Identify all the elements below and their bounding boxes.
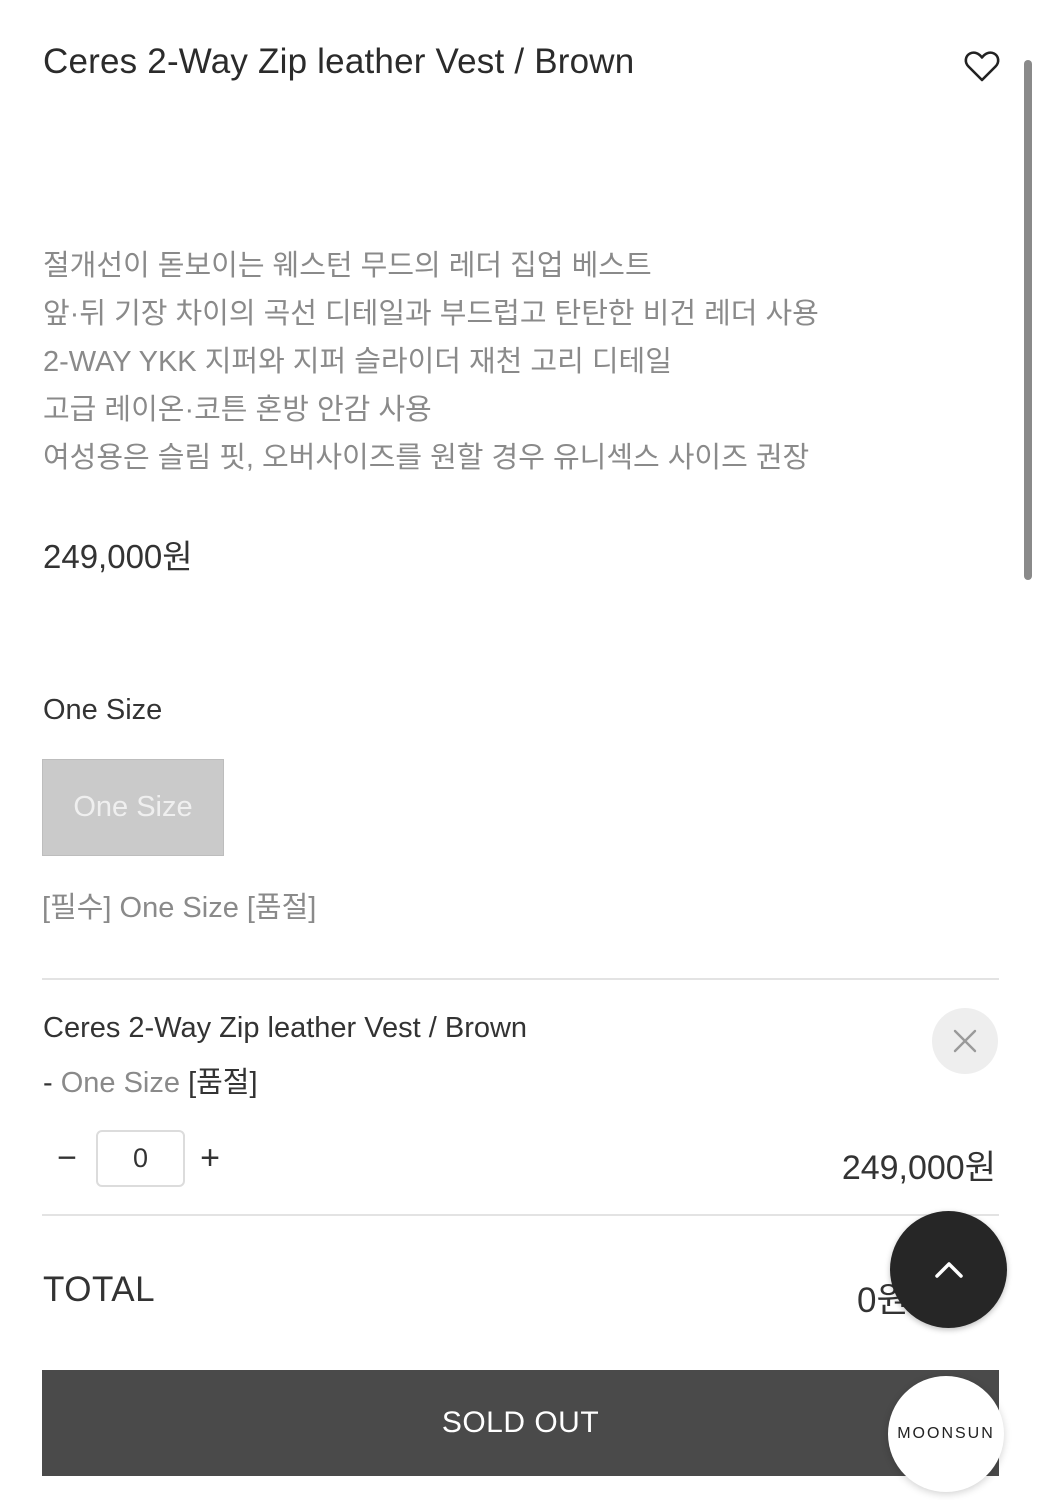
selected-item-name: Ceres 2-Way Zip leather Vest / Brown bbox=[43, 1012, 528, 1044]
scrollbar[interactable] bbox=[1024, 60, 1032, 580]
product-detail-page: Ceres 2-Way Zip leather Vest / Brown 절개선… bbox=[0, 0, 1041, 1500]
selected-item-price: 249,000원 bbox=[841, 1149, 996, 1187]
soldout-tag: [품절] bbox=[180, 1067, 258, 1099]
description-line: 절개선이 돋보이는 웨스턴 무드의 레더 집업 베스트 bbox=[43, 250, 652, 282]
total-label: TOTAL bbox=[43, 1270, 156, 1309]
selected-option-name: One Size bbox=[60, 1067, 181, 1099]
quantity-increase-button[interactable]: + bbox=[190, 1136, 230, 1180]
option-one-size-button[interactable]: One Size bbox=[42, 759, 224, 856]
divider bbox=[42, 1214, 999, 1216]
option-label: One Size bbox=[43, 694, 163, 726]
description-line: 고급 레이온·코튼 혼방 안감 사용 bbox=[43, 394, 432, 426]
heart-icon[interactable] bbox=[962, 46, 1002, 86]
description-line: 여성용은 슬림 핏, 오버사이즈를 원할 경우 유니섹스 사이즈 권장 bbox=[43, 442, 810, 474]
quantity-decrease-button[interactable]: − bbox=[47, 1136, 87, 1180]
selected-item-option: - One Size [품절] bbox=[43, 1059, 258, 1101]
product-title: Ceres 2-Way Zip leather Vest / Brown bbox=[43, 42, 635, 81]
description-line: 2-WAY YKK 지퍼와 지퍼 슬라이더 재천 고리 디테일 bbox=[43, 346, 672, 378]
option-dash: - bbox=[43, 1067, 61, 1099]
divider bbox=[42, 978, 999, 980]
product-description: 절개선이 돋보이는 웨스턴 무드의 레더 집업 베스트 앞·뒤 기장 차이의 곡… bbox=[43, 242, 819, 482]
description-line: 앞·뒤 기장 차이의 곡선 디테일과 부드럽고 탄탄한 비건 레더 사용 bbox=[43, 298, 819, 330]
chevron-up-icon bbox=[934, 1261, 963, 1278]
remove-item-button[interactable] bbox=[932, 1008, 998, 1074]
sold-out-button[interactable]: SOLD OUT bbox=[42, 1370, 999, 1476]
product-price: 249,000원 bbox=[43, 538, 193, 575]
brand-chat-badge[interactable]: MOONSUN bbox=[888, 1376, 1004, 1492]
option-required-text: [필수] One Size [품절] bbox=[42, 892, 317, 924]
quantity-input[interactable] bbox=[96, 1130, 185, 1187]
close-icon bbox=[953, 1029, 977, 1053]
scroll-to-top-button[interactable] bbox=[890, 1211, 1007, 1328]
